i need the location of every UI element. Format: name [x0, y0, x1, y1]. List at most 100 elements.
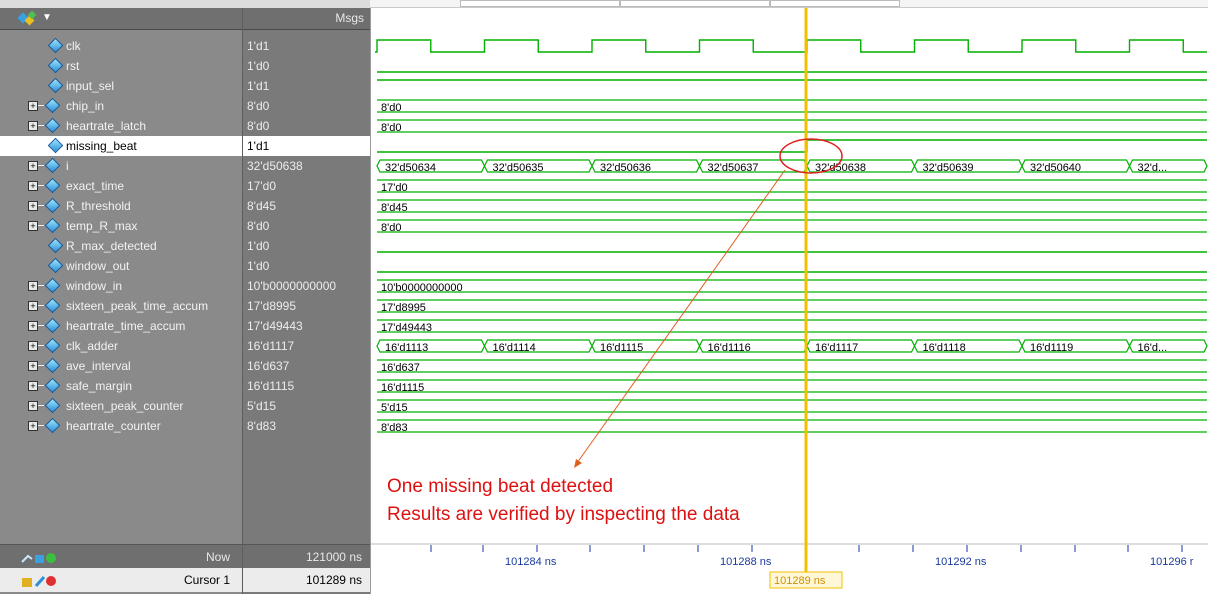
expand-icon[interactable]: + [28, 181, 38, 191]
expand-icon[interactable]: + [28, 161, 38, 171]
signal-row-clk[interactable]: clk [0, 36, 242, 56]
signal-row-safe-margin[interactable]: + safe_margin [0, 376, 242, 396]
value-row[interactable]: 1'd1 [243, 136, 370, 156]
waveform-pane[interactable]: 8'd0 8'd0 32'd50634 32'd50635 32'd50636 32'd5… [370, 8, 1208, 594]
signal-name: sixteen_peak_counter [66, 399, 184, 413]
expand-icon[interactable]: + [28, 221, 38, 231]
value-row[interactable]: 16'd637 [243, 356, 370, 376]
signal-row-rst[interactable]: rst [0, 56, 242, 76]
signal-value: 1'd1 [247, 39, 270, 53]
expand-icon[interactable]: + [28, 201, 38, 211]
value-row[interactable]: 8'd45 [243, 196, 370, 216]
expand-icon[interactable]: + [28, 361, 38, 371]
value-row[interactable]: 8'd0 [243, 116, 370, 136]
waveform-canvas[interactable]: 8'd0 8'd0 32'd50634 32'd50635 32'd50636 32'd5… [371, 8, 1208, 594]
cursor-tools-icon[interactable] [20, 568, 60, 592]
signal-row-missing-beat[interactable]: missing_beat [0, 136, 242, 156]
signal-row-heartrate-time-accum[interactable]: + heartrate_time_accum [0, 316, 242, 336]
expand-icon[interactable]: + [28, 381, 38, 391]
signal-row-exact-time[interactable]: + exact_time [0, 176, 242, 196]
signal-icon [44, 317, 61, 334]
bus-value-label: 16'd637 [381, 362, 420, 374]
signal-row-heartrate-counter[interactable]: + heartrate_counter [0, 416, 242, 436]
value-row[interactable]: 32'd50638 [243, 156, 370, 176]
value-row[interactable]: 17'd8995 [243, 296, 370, 316]
timeline-label: 101288 ns [720, 556, 772, 568]
signal-icon [47, 57, 64, 74]
msgs-header: Msgs [243, 8, 370, 30]
signal-name: temp_R_max [66, 219, 138, 233]
value-row[interactable]: 17'd49443 [243, 316, 370, 336]
cursor-value: 101289 ns [305, 573, 362, 587]
signal-name: safe_margin [66, 379, 133, 393]
signal-icon [44, 397, 61, 414]
signal-name: window_out [66, 259, 130, 273]
signal-row-heartrate-latch[interactable]: + heartrate_latch [0, 116, 242, 136]
value-row[interactable]: 16'd1117 [243, 336, 370, 356]
expand-icon[interactable]: + [28, 401, 38, 411]
tree-connector [38, 305, 44, 306]
now-tools-icon[interactable] [20, 545, 60, 569]
signal-row-r-max-detected[interactable]: R_max_detected [0, 236, 242, 256]
bus-value-label: 16'd1117 [815, 342, 858, 354]
signal-icon [44, 417, 61, 434]
bus-value-label: 16'd1113 [385, 342, 428, 354]
value-row[interactable]: 8'd83 [243, 416, 370, 436]
signal-icon [44, 117, 61, 134]
signal-icon [44, 337, 61, 354]
signal-row-ave-interval[interactable]: + ave_interval [0, 356, 242, 376]
expand-icon[interactable]: + [28, 341, 38, 351]
signal-row-input-sel[interactable]: input_sel [0, 76, 242, 96]
tree-connector [38, 365, 44, 366]
value-row[interactable]: 1'd0 [243, 256, 370, 276]
strip-segment [620, 0, 770, 7]
signal-name: chip_in [66, 99, 105, 113]
signal-row-temp-r-max[interactable]: + temp_R_max [0, 216, 242, 236]
signal-row-clk-adder[interactable]: + clk_adder [0, 336, 242, 356]
timeline-label: 101292 ns [935, 556, 987, 568]
bus-value-label: 17'd0 [381, 182, 408, 194]
tree-connector [38, 405, 44, 406]
annotation-arrow-line [576, 169, 786, 464]
cursor-row: Cursor 1 [0, 568, 242, 592]
signal-row-r-threshold[interactable]: + R_threshold [0, 196, 242, 216]
expand-icon[interactable]: + [28, 281, 38, 291]
bus-value-label: 16'd1119 [1030, 342, 1073, 354]
value-row[interactable]: 1'd1 [243, 76, 370, 96]
signal-value: 8'd45 [247, 199, 276, 213]
chevron-down-icon[interactable]: ▼ [42, 12, 52, 23]
value-row[interactable]: 5'd15 [243, 396, 370, 416]
value-row[interactable]: 8'd0 [243, 96, 370, 116]
bus-value-label: 17'd8995 [381, 302, 426, 314]
value-row[interactable]: 10'b0000000000 [243, 276, 370, 296]
expand-icon[interactable]: + [28, 321, 38, 331]
bus-value-label: 16'd1118 [923, 342, 966, 354]
top-scroll-strip[interactable] [370, 0, 1208, 8]
value-row[interactable]: 16'd1115 [243, 376, 370, 396]
bus-value-label: 8'd83 [381, 422, 408, 434]
value-row[interactable]: 8'd0 [243, 216, 370, 236]
signal-value: 16'd1117 [247, 339, 295, 353]
now-value: 121000 ns [305, 550, 362, 564]
value-row[interactable]: 1'd1 [243, 36, 370, 56]
signal-icon [44, 177, 61, 194]
now-label: Now [205, 550, 230, 564]
signal-name-pane: ▼ clk rst input_sel + chip_in + heartrate_latc… [0, 8, 242, 594]
signal-row-window-in[interactable]: + window_in [0, 276, 242, 296]
value-row[interactable]: 1'd0 [243, 236, 370, 256]
value-row[interactable]: 17'd0 [243, 176, 370, 196]
expand-icon[interactable]: + [28, 121, 38, 131]
expand-icon[interactable]: + [28, 101, 38, 111]
signal-row-sixteen-peak-time-accum[interactable]: + sixteen_peak_time_accum [0, 296, 242, 316]
bus-value-label: 32'd50635 [493, 162, 544, 174]
expand-icon[interactable]: + [28, 421, 38, 431]
wave-group-icon[interactable] [18, 11, 40, 27]
tree-connector [38, 185, 44, 186]
value-row[interactable]: 1'd0 [243, 56, 370, 76]
signal-row-window-out[interactable]: window_out [0, 256, 242, 276]
signal-row-chip-in[interactable]: + chip_in [0, 96, 242, 116]
signal-row-sixteen-peak-counter[interactable]: + sixteen_peak_counter [0, 396, 242, 416]
expand-icon[interactable]: + [28, 301, 38, 311]
signal-row-i[interactable]: + i [0, 156, 242, 176]
tree-connector [38, 205, 44, 206]
